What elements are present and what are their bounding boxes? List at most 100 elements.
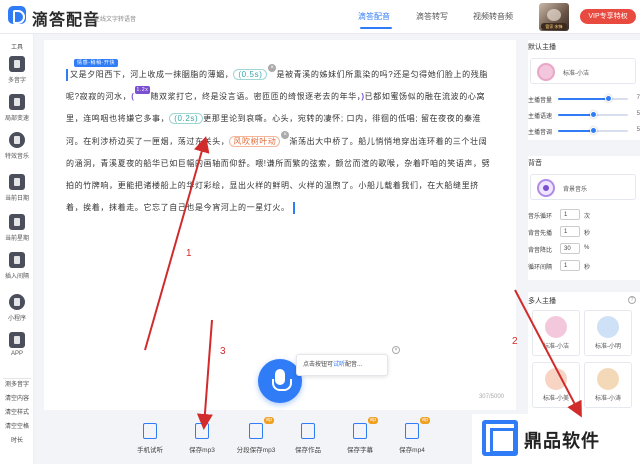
sidebar-item-label: 当前星期	[4, 236, 29, 242]
sidebar-item-label: 小程序	[7, 316, 26, 322]
music-disc-icon	[537, 179, 555, 197]
sidebar-item-label: APP	[10, 351, 23, 357]
sidebar-item-label: 多音字	[7, 78, 26, 84]
pitch-slider[interactable]: 主播音调 5	[528, 126, 640, 136]
sidebar-item-label: 当前日期	[4, 196, 29, 202]
text-segment: 渐荡出大中桥了。船儿悄悄地穿出连环着的三个壮阔的涵洞，青溪夏夜的船华已如巨幅的画…	[66, 136, 491, 213]
setting-unit: 秒	[584, 265, 591, 271]
multi-voice-title: 多人主播	[528, 298, 556, 305]
toolbar-label: 保存字幕	[347, 447, 373, 454]
app-name[interactable]: 滴答配音	[32, 6, 100, 30]
slider-track[interactable]	[558, 127, 628, 134]
duration-button[interactable]: 时长	[0, 434, 34, 448]
listen-tooltip: 点击按钮可试听配音...	[296, 354, 388, 376]
slider-knob[interactable]	[590, 127, 597, 134]
mp4-file-icon	[405, 423, 419, 439]
char-counter: 307/5000	[478, 394, 504, 400]
sidebar-item-weekday[interactable]: 当前星期	[0, 214, 34, 242]
toolbar-label: 分段保存mp3	[236, 447, 276, 454]
save-work-button[interactable]: 保存作品	[280, 421, 336, 454]
voice-avatar	[597, 316, 619, 338]
background-music-selector[interactable]: 背景音乐	[530, 174, 636, 200]
clear-style-button[interactable]: 清空样式	[0, 406, 34, 420]
sidebar-item-local-speed[interactable]: 局部变速	[0, 94, 34, 122]
sidebar-item-app[interactable]: APP	[0, 332, 34, 357]
voice-avatar	[597, 368, 619, 390]
sidebar-item-miniprogram[interactable]: 小程序	[0, 294, 34, 322]
tooltip-close-icon[interactable]: ×	[392, 346, 400, 354]
sidebar-item-polyphone[interactable]: 多音字	[0, 56, 34, 84]
multi-voice-card: 多人主播 ? 标准-小洁 标准-小明 标准-小美 标准-小涛	[528, 292, 640, 414]
multi-voice-item[interactable]: 标准-小明	[584, 310, 632, 356]
setting-input[interactable]: 1	[560, 226, 580, 237]
sidebar-item-effects[interactable]: 特效音乐	[0, 132, 34, 160]
nav-active-underline	[360, 27, 392, 29]
setting-input[interactable]: 1	[560, 209, 580, 220]
default-voice-selector[interactable]: 标准-小洁	[530, 58, 636, 84]
vip-button[interactable]: VIP专享特权	[580, 9, 636, 24]
nav-transcribe[interactable]: 滴答转写	[416, 11, 448, 22]
clear-spaces-button[interactable]: 清空空格	[0, 420, 34, 434]
slider-knob[interactable]	[605, 95, 613, 102]
emotion-tag[interactable]: 情感-稍稍-开快	[74, 59, 119, 67]
editor-text[interactable]: 情感-稍稍-开快 又是夕阳西下，河上收成一抹胭脂的薄媚， (0.5s)×是被青溪的…	[66, 59, 491, 219]
toolbar-label: 保存mp3	[189, 447, 215, 454]
pause-tag[interactable]: (0.5s)	[233, 69, 268, 80]
calendar-icon	[9, 174, 25, 190]
text-segment-speed: 随双浆打它，	[150, 92, 202, 102]
sound-effect-tag[interactable]: 风吹树叶动	[229, 135, 281, 147]
watermark-text: 鼎品软件	[524, 431, 600, 451]
save-mp3-button[interactable]: 保存mp3	[174, 421, 230, 454]
speed-tag[interactable]: 1.2x	[134, 86, 151, 95]
volume-slider[interactable]: 主播音量 7	[528, 94, 640, 104]
default-voice-card: 默认主播 标准-小洁 主播音量 7 主播语速 5 主播音调 5	[528, 40, 640, 140]
save-subtitle-button[interactable]: vip 保存字幕	[332, 417, 388, 454]
multi-voice-item[interactable]: 标准-小洁	[532, 310, 580, 356]
setting-label: 背音降比	[528, 248, 553, 254]
slider-label: 主播音量	[528, 98, 553, 104]
nav-dubbing[interactable]: 滴答配音	[358, 11, 390, 22]
text-editor[interactable]: 情感-稍稍-开快 又是夕阳西下，河上收成一抹胭脂的薄媚， (0.5s)×是被青溪的…	[44, 40, 516, 410]
voice-name: 标准-小明	[595, 344, 621, 350]
bg-lead-setting: 背音先播 1 秒	[528, 226, 640, 238]
info-icon[interactable]: ?	[628, 296, 636, 304]
toolbar-label: 保存作品	[295, 447, 321, 454]
top-bar: 滴答配音 在线文字转语音 滴答配音 滴答转写 视频转音频 管家·宋锋 VIP专享…	[0, 0, 640, 34]
speed-bracket-open: (	[131, 92, 135, 102]
segment-save-mp3-button[interactable]: vip 分段保存mp3	[228, 417, 284, 454]
speed-slider[interactable]: 主播语速 5	[528, 110, 640, 120]
pause-tag[interactable]: (0.2s)	[169, 113, 204, 125]
miniprogram-icon	[9, 294, 25, 310]
save-mp4-button[interactable]: vip 保存mp4	[384, 417, 440, 454]
speed-icon	[9, 94, 25, 110]
sidebar-item-interval[interactable]: 插入间隔	[0, 252, 34, 280]
slider-track[interactable]	[558, 95, 628, 102]
clear-content-button[interactable]: 清空内容	[0, 392, 34, 406]
nav-video-to-audio[interactable]: 视频转音频	[473, 11, 513, 22]
multi-voice-item[interactable]: 标准-小涛	[584, 362, 632, 408]
phone-preview-button[interactable]: 手机试听	[122, 421, 178, 454]
vip-badge: vip	[263, 417, 274, 424]
tooltip-highlight[interactable]: 试听	[333, 362, 345, 368]
setting-input[interactable]: 1	[560, 260, 580, 271]
slider-track[interactable]	[558, 111, 628, 118]
app-subtitle: 在线文字转语音	[94, 17, 137, 23]
app-logo-icon[interactable]	[8, 6, 26, 24]
background-music-card: 背音 背景音乐 音乐循环 1 次 背音先播 1 秒 背音降比 30 % 循环间隔…	[528, 156, 640, 280]
slider-value: 7	[636, 95, 640, 101]
annotation-1: 1	[186, 248, 192, 259]
sidebar-item-label: 局部变速	[4, 116, 29, 122]
annotation-3: 3	[220, 346, 226, 357]
sidebar-item-date[interactable]: 当前日期	[0, 174, 34, 202]
slider-knob[interactable]	[590, 111, 597, 118]
tooltip-text-suffix: 配音...	[345, 362, 363, 368]
bottom-toolbar: 手机试听 保存mp3 vip 分段保存mp3 保存作品 vip 保存字幕 vip 保存…	[120, 415, 440, 464]
setting-input[interactable]: 30	[560, 243, 580, 254]
multi-voice-item[interactable]: 标准-小美	[532, 362, 580, 408]
test-polyphone-button[interactable]: 测多音字	[0, 378, 34, 392]
default-voice-title: 默认主播	[528, 44, 556, 51]
voice-avatar	[545, 316, 567, 338]
slider-fill	[558, 98, 609, 100]
voice-name: 标准-小洁	[543, 344, 569, 350]
subtitle-icon	[353, 423, 367, 439]
